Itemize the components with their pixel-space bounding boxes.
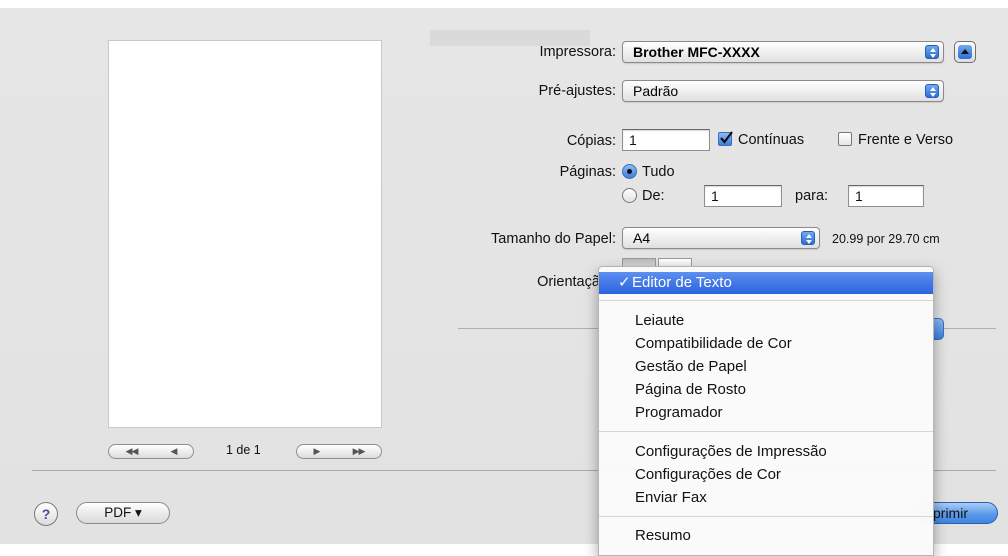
paper-dimensions: 20.99 por 29.70 cm	[832, 232, 940, 246]
menu-item-gestao-de-papel[interactable]: Gestão de Papel	[599, 356, 933, 378]
presets-select[interactable]: Padrão	[622, 80, 944, 102]
paper-size-label: Tamanho do Papel:	[491, 231, 616, 247]
help-button[interactable]: ?	[34, 502, 58, 526]
popup-arrows-icon	[925, 84, 939, 98]
menu-item-leiaute[interactable]: Leiaute	[599, 310, 933, 332]
duplex-checkbox[interactable]	[838, 132, 852, 146]
collated-checkbox[interactable]	[718, 131, 733, 146]
duplex-label: Frente e Verso	[858, 132, 954, 148]
printer-select[interactable]: Brother MFC-XXXX	[622, 41, 944, 63]
panel-dropdown-menu: ✓Editor de Texto Leiaute Compatibilidade…	[598, 266, 934, 556]
collapse-details-button[interactable]	[954, 41, 976, 63]
orientation-label: Orientação	[537, 274, 608, 290]
menu-item-label: Editor de Texto	[632, 274, 732, 291]
paper-size-select[interactable]: A4	[622, 227, 820, 249]
pages-all-radio[interactable]	[622, 164, 637, 179]
preview-next-last-buttons[interactable]: ▶ ▶▶	[296, 444, 382, 459]
dialog-top-edge	[0, 0, 1008, 8]
pages-range-radio[interactable]	[622, 188, 637, 203]
presets-label: Pré-ajustes:	[538, 83, 616, 99]
pdf-label: PDF ▾	[104, 505, 142, 520]
help-icon: ?	[41, 506, 51, 522]
last-page-icon[interactable]: ▶▶	[353, 446, 366, 457]
first-page-icon[interactable]: ◀◀	[126, 446, 139, 457]
paper-size-value: A4	[633, 230, 651, 246]
printer-label: Impressora:	[539, 44, 616, 60]
menu-item-pagina-de-rosto[interactable]: Página de Rosto	[599, 379, 933, 401]
checkmark-icon: ✓	[618, 274, 631, 291]
pages-from-label: De:	[642, 188, 665, 204]
pages-label: Páginas:	[559, 164, 616, 180]
menu-separator	[599, 431, 933, 432]
next-page-icon[interactable]: ▶	[314, 446, 321, 457]
menu-separator	[599, 516, 933, 517]
pages-to-input[interactable]: 1	[848, 185, 924, 207]
print-preview	[108, 40, 382, 428]
print-label: primir	[933, 505, 968, 521]
collated-label: Contínuas	[738, 132, 805, 148]
pages-all-label: Tudo	[642, 164, 675, 180]
menu-separator	[599, 300, 933, 301]
printer-value: Brother MFC-XXXX	[633, 44, 760, 60]
pdf-menu-button[interactable]: PDF ▾	[76, 502, 170, 524]
pages-to-label: para:	[795, 188, 829, 204]
options-separator	[458, 328, 598, 329]
prev-page-icon[interactable]: ◀	[171, 446, 178, 457]
copies-input[interactable]: 1	[622, 129, 710, 151]
popup-arrows-icon	[801, 231, 815, 245]
checkmark-icon	[720, 131, 733, 144]
preview-first-prev-buttons[interactable]: ◀◀ ◀	[108, 444, 194, 459]
presets-value: Padrão	[633, 83, 679, 99]
pages-from-input[interactable]: 1	[704, 185, 782, 207]
menu-item-compatibilidade-de-cor[interactable]: Compatibilidade de Cor	[599, 333, 933, 355]
panel-select-edge	[934, 318, 944, 340]
menu-item-configuracoes-de-impressao[interactable]: Configurações de Impressão	[599, 441, 933, 463]
disclosure-up-icon	[958, 45, 972, 59]
menu-item-programador[interactable]: Programador	[599, 402, 933, 424]
menu-item-editor-de-texto[interactable]: ✓Editor de Texto	[599, 272, 933, 294]
options-separator-right	[944, 328, 996, 329]
menu-item-enviar-fax[interactable]: Enviar Fax	[599, 487, 933, 509]
menu-item-configuracoes-de-cor[interactable]: Configurações de Cor	[599, 464, 933, 486]
copies-label: Cópias:	[566, 133, 616, 149]
popup-arrows-icon	[925, 45, 939, 59]
preview-page-indicator: 1 de 1	[226, 443, 261, 457]
